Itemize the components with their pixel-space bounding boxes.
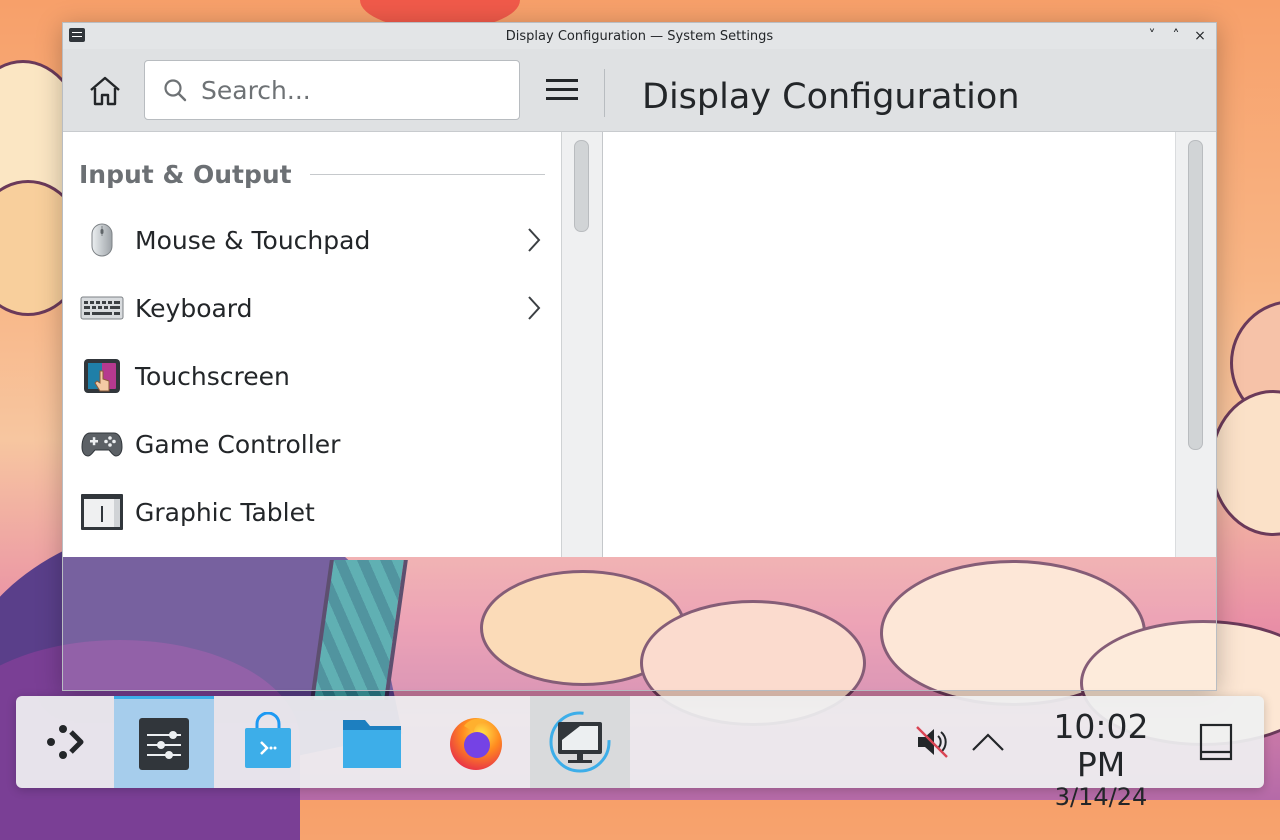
peek-desktop-icon: [1199, 723, 1233, 761]
taskbar: 10:02 PM 3/14/24: [16, 696, 1264, 810]
search-input[interactable]: [199, 74, 503, 106]
sidebar-item-label: Touchscreen: [135, 361, 290, 391]
clock-time: 10:02 PM: [1053, 707, 1149, 784]
app-icon[interactable]: [69, 28, 85, 42]
app-launcher-button[interactable]: [16, 696, 116, 788]
clock-date: 3/14/24: [1054, 783, 1148, 811]
gamepad-icon: [79, 424, 125, 464]
taskbar-display-configuration[interactable]: [530, 696, 630, 788]
hamburger-icon: [546, 79, 578, 100]
toolbar: Display Configuration: [63, 49, 1216, 132]
content-area: Input & Output Mouse & Touchpad Keyboard…: [63, 132, 1216, 557]
clock[interactable]: 10:02 PM 3/14/24: [1026, 707, 1176, 811]
settings-sliders-icon: [139, 717, 189, 770]
sidebar-item-label: Mouse & Touchpad: [135, 225, 371, 255]
system-settings-window: Display Configuration — System Settings …: [62, 22, 1217, 691]
chevron-right-icon: [528, 228, 541, 252]
maximize-button[interactable]: ˄: [1168, 28, 1184, 44]
search-field[interactable]: [144, 60, 520, 120]
minimize-button[interactable]: ˅: [1144, 28, 1160, 44]
close-button[interactable]: ×: [1192, 28, 1208, 44]
sidebar-item-label: Game Controller: [135, 429, 341, 459]
touchscreen-icon: [79, 356, 125, 396]
display-icon: [549, 711, 611, 773]
sidebar-item-keyboard[interactable]: Keyboard: [63, 274, 561, 342]
toolbar-separator: [604, 69, 605, 117]
search-icon: [164, 79, 187, 102]
tablet-icon: [79, 492, 125, 532]
sidebar-item-mouse-touchpad[interactable]: Mouse & Touchpad: [63, 206, 561, 274]
sidebar-scrollbar[interactable]: [561, 132, 603, 557]
firefox-icon: [450, 718, 502, 770]
mouse-icon: [79, 220, 125, 260]
main-scroll-thumb[interactable]: [1188, 140, 1203, 450]
window-controls: ˅ ˄ ×: [1144, 23, 1208, 49]
sidebar-scroll-thumb[interactable]: [574, 140, 589, 232]
chevron-right-icon: [528, 296, 541, 320]
page-title: Display Configuration: [642, 77, 1020, 117]
section-divider: [309, 174, 545, 175]
launcher-icon: [47, 725, 84, 759]
window-titlebar[interactable]: Display Configuration — System Settings …: [63, 23, 1216, 49]
store-bag-icon: [245, 712, 291, 768]
section-header: Input & Output: [79, 160, 545, 189]
sidebar-item-touchscreen[interactable]: Touchscreen: [63, 342, 561, 410]
sidebar: Input & Output Mouse & Touchpad Keyboard…: [63, 132, 561, 557]
sidebar-item-graphic-tablet[interactable]: Graphic Tablet: [63, 478, 561, 546]
volume-button[interactable]: [908, 696, 956, 788]
folder-icon: [343, 720, 401, 768]
keyboard-icon: [79, 288, 125, 328]
taskbar-discover[interactable]: [218, 696, 318, 788]
window-unpainted-area: [63, 557, 1216, 690]
peek-desktop-button[interactable]: [1192, 696, 1240, 788]
taskbar-firefox[interactable]: [426, 696, 526, 788]
hamburger-menu-button[interactable]: [545, 75, 579, 105]
sidebar-item-label: Keyboard: [135, 293, 253, 323]
window-title: Display Configuration — System Settings: [505, 28, 774, 44]
taskbar-dolphin[interactable]: [322, 696, 422, 788]
system-tray-expand-button[interactable]: [966, 696, 1010, 788]
home-icon: [90, 76, 120, 106]
home-button[interactable]: [87, 75, 123, 107]
taskbar-system-settings[interactable]: [114, 696, 214, 788]
chevron-up-icon: [972, 733, 1004, 751]
sidebar-item-game-controller[interactable]: Game Controller: [63, 410, 561, 478]
main-scrollbar[interactable]: [1175, 132, 1216, 557]
display-configuration-pane: [603, 132, 1175, 557]
section-title: Input & Output: [79, 160, 292, 189]
sidebar-item-label: Graphic Tablet: [135, 497, 315, 527]
volume-muted-icon: [916, 726, 948, 758]
